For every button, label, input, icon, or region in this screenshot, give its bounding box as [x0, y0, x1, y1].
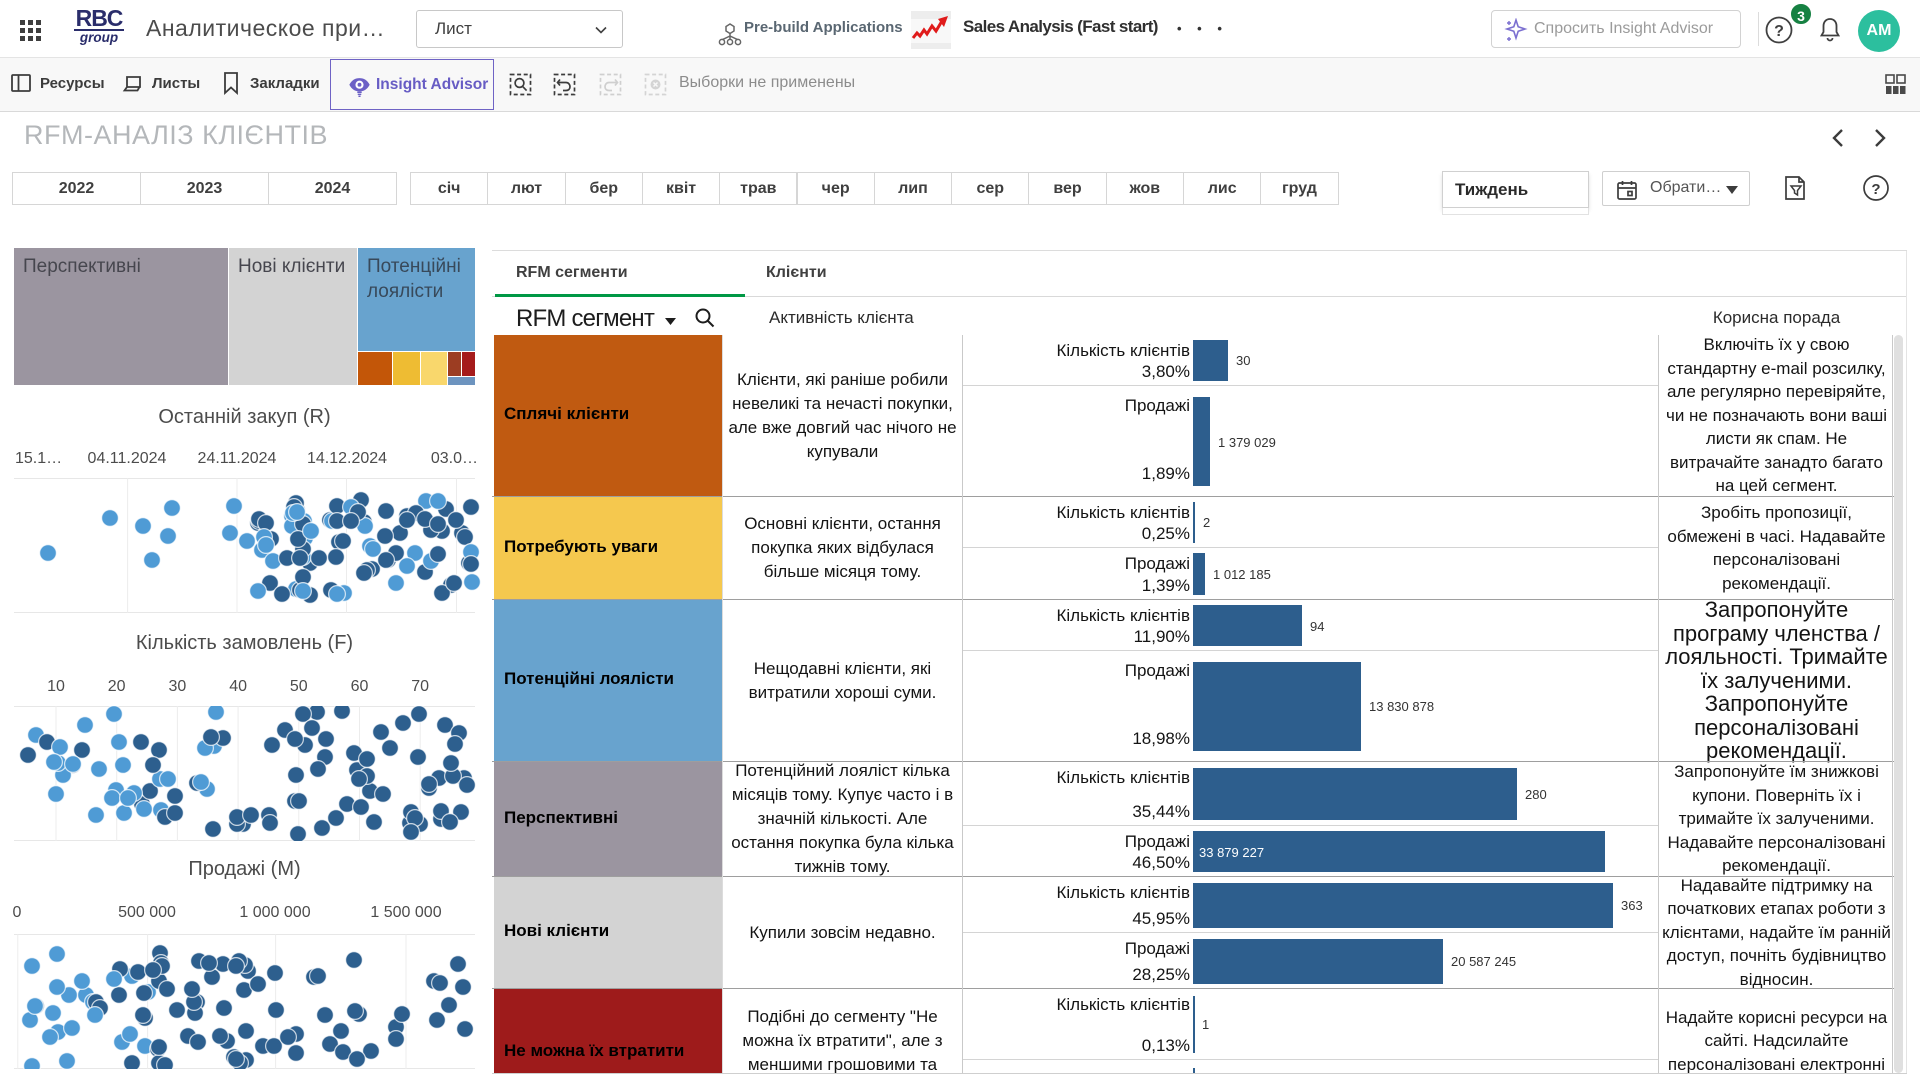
svg-text:?: ? [1774, 23, 1784, 40]
svg-text:?: ? [1871, 181, 1880, 198]
